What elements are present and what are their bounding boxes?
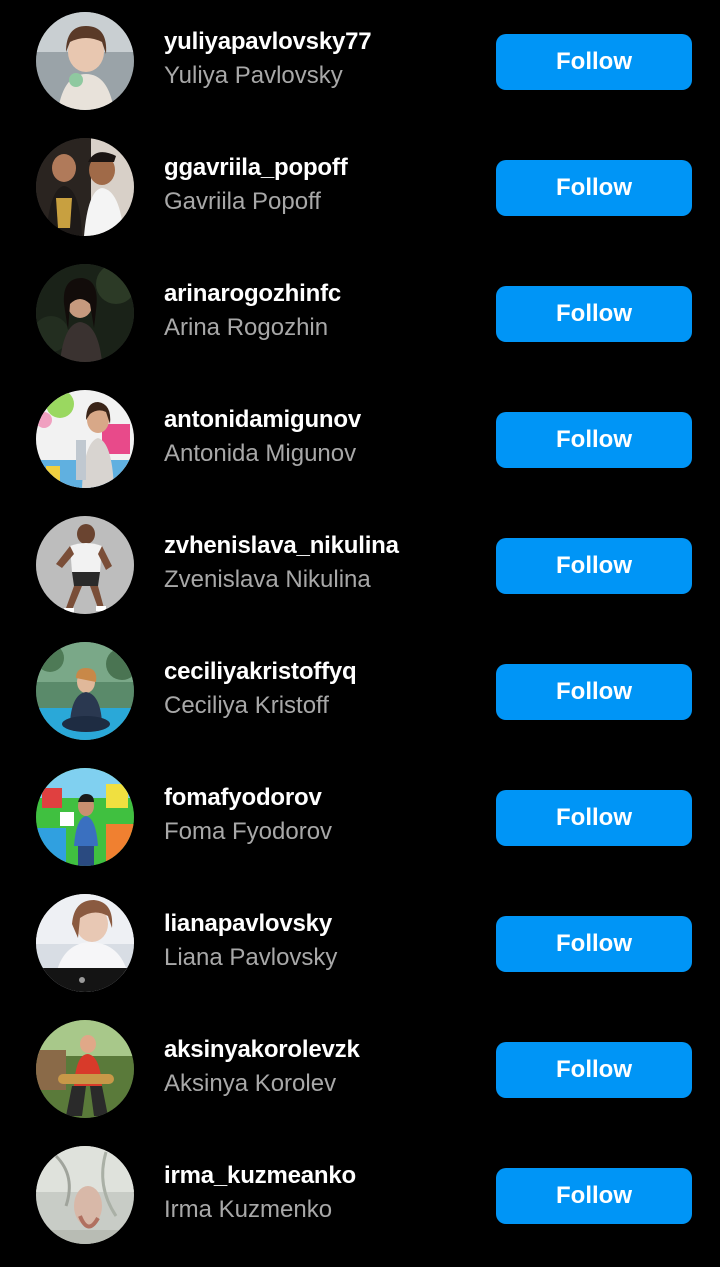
full-name: Gavriila Popoff: [164, 188, 321, 215]
list-item[interactable]: antonidamigunov Antonida Migunov Follow: [0, 378, 720, 504]
profile-photo-icon: [36, 390, 134, 488]
profile-photo-icon: [36, 138, 134, 236]
follow-button[interactable]: Follow: [496, 1168, 692, 1224]
full-name: Zvenislava Nikulina: [164, 566, 371, 593]
list-item[interactable]: lianapavlovsky Liana Pavlovsky Follow: [0, 882, 720, 1008]
username[interactable]: ggavriila_popoff: [164, 154, 348, 182]
follow-button[interactable]: Follow: [496, 286, 692, 342]
full-name: Ceciliya Kristoff: [164, 692, 329, 719]
avatar[interactable]: [36, 264, 134, 362]
avatar[interactable]: [36, 516, 134, 614]
profile-photo-icon: [36, 264, 134, 362]
full-name: Antonida Migunov: [164, 440, 357, 467]
list-item[interactable]: aksinyakorolevzk Aksinya Korolev Follow: [0, 1008, 720, 1134]
follow-button[interactable]: Follow: [496, 1042, 692, 1098]
follow-button[interactable]: Follow: [496, 412, 692, 468]
avatar[interactable]: [36, 894, 134, 992]
full-name: Foma Fyodorov: [164, 818, 333, 845]
username[interactable]: lianapavlovsky: [164, 910, 332, 938]
username[interactable]: antonidamigunov: [164, 406, 361, 434]
username[interactable]: zvhenislava_nikulina: [164, 532, 399, 560]
avatar[interactable]: [36, 12, 134, 110]
avatar[interactable]: [36, 138, 134, 236]
profile-photo-icon: [36, 1020, 134, 1118]
full-name: Irma Kuzmenko: [164, 1196, 333, 1223]
follow-button[interactable]: Follow: [496, 538, 692, 594]
profile-photo-icon: [36, 1146, 134, 1244]
profile-photo-icon: [36, 642, 134, 740]
avatar[interactable]: [36, 390, 134, 488]
username[interactable]: ceciliyakristoffyq: [164, 658, 357, 686]
list-item[interactable]: zvhenislava_nikulina Zvenislava Nikulina…: [0, 504, 720, 630]
full-name: Arina Rogozhin: [164, 314, 329, 341]
follow-button[interactable]: Follow: [496, 664, 692, 720]
list-item[interactable]: arinarogozhinfc Arina Rogozhin Follow: [0, 252, 720, 378]
profile-photo-icon: [36, 516, 134, 614]
follow-button[interactable]: Follow: [496, 790, 692, 846]
list-item[interactable]: yuliyapavlovsky77 Yuliya Pavlovsky Follo…: [0, 0, 720, 126]
avatar[interactable]: [36, 642, 134, 740]
username[interactable]: arinarogozhinfc: [164, 280, 341, 308]
profile-photo-icon: [36, 894, 134, 992]
username[interactable]: yuliyapavlovsky77: [164, 28, 372, 56]
list-item[interactable]: irma_kuzmeanko Irma Kuzmenko Follow: [0, 1134, 720, 1260]
follow-button[interactable]: Follow: [496, 160, 692, 216]
profile-photo-icon: [36, 12, 134, 110]
full-name: Yuliya Pavlovsky: [164, 62, 343, 89]
full-name: Liana Pavlovsky: [164, 944, 338, 971]
suggestions-list: yuliyapavlovsky77 Yuliya Pavlovsky Follo…: [0, 0, 720, 1267]
follow-button[interactable]: Follow: [496, 34, 692, 90]
list-item[interactable]: ceciliyakristoffyq Ceciliya Kristoff Fol…: [0, 630, 720, 756]
follow-button[interactable]: Follow: [496, 916, 692, 972]
avatar[interactable]: [36, 1146, 134, 1244]
full-name: Aksinya Korolev: [164, 1070, 337, 1097]
profile-photo-icon: [36, 768, 134, 866]
list-item[interactable]: fomafyodorov Foma Fyodorov Follow: [0, 756, 720, 882]
avatar[interactable]: [36, 1020, 134, 1118]
username[interactable]: fomafyodorov: [164, 784, 322, 812]
list-item[interactable]: ggavriila_popoff Gavriila Popoff Follow: [0, 126, 720, 252]
avatar[interactable]: [36, 768, 134, 866]
username[interactable]: aksinyakorolevzk: [164, 1036, 360, 1064]
username[interactable]: irma_kuzmeanko: [164, 1162, 356, 1190]
